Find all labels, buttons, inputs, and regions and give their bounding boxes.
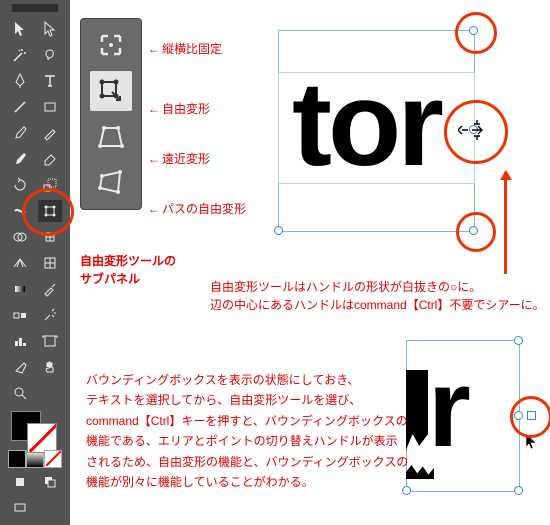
bn-l3: command【Ctrl】キーを押すと、バウンディングボックスの — [86, 411, 408, 431]
line-tool[interactable] — [8, 96, 32, 118]
color-mode-row — [0, 451, 70, 467]
color-mode-solid[interactable] — [9, 451, 25, 467]
slice-tool[interactable] — [8, 356, 32, 378]
handle2-tr[interactable] — [514, 336, 523, 345]
subtool-free-distort[interactable] — [90, 163, 132, 203]
char-fragment — [406, 370, 428, 450]
subtool-constrain[interactable] — [90, 25, 132, 65]
direct-selection-tool[interactable] — [38, 18, 62, 40]
handle-bottom-left[interactable] — [274, 226, 283, 235]
eraser-tool[interactable] — [38, 148, 62, 170]
bn-l2: テキストを選択してから、自由変形ツールを選び、 — [86, 390, 408, 410]
color-mode-none[interactable] — [45, 451, 61, 467]
anno-free-distort: パスの自由変形 — [148, 200, 246, 217]
subtool-free-transform[interactable] — [90, 71, 132, 111]
eyedropper-tool[interactable] — [38, 278, 62, 300]
stroke-swatch[interactable] — [28, 424, 56, 452]
spacer — [38, 382, 62, 404]
draw-mode-normal[interactable] — [8, 471, 32, 493]
symbol-sprayer-tool[interactable] — [38, 304, 62, 326]
tools-panel — [0, 0, 70, 525]
anno-constrain: 縦横比固定 — [148, 40, 222, 57]
magic-wand-tool[interactable] — [8, 44, 32, 66]
shear-cursor-icon — [458, 120, 484, 140]
artboard-tool[interactable] — [38, 330, 62, 352]
subtool-perspective-distort[interactable] — [90, 117, 132, 157]
gradient-tool[interactable] — [8, 278, 32, 300]
callout-arrow — [504, 172, 507, 274]
bn-l6: 機能が別々に機能していることがわかる。 — [86, 472, 408, 492]
spacer2 — [38, 497, 62, 519]
paintbrush-tool[interactable] — [8, 122, 32, 144]
rotate-tool[interactable] — [8, 174, 32, 196]
width-tool[interactable] — [8, 200, 32, 222]
live-paint-tool[interactable] — [38, 226, 62, 248]
selection-tool[interactable] — [8, 18, 32, 40]
shape-builder-tool[interactable] — [8, 226, 32, 248]
panel-grip[interactable] — [12, 4, 58, 12]
mid-note-line2: 辺の中心にあるハンドルはcommand【Ctrl】不要でシアーに。 — [210, 296, 545, 314]
handle2-br[interactable] — [514, 486, 523, 495]
scale-tool[interactable] — [38, 174, 62, 196]
blob-brush-tool[interactable] — [8, 148, 32, 170]
mesh-tool[interactable] — [38, 252, 62, 274]
handle2-mr[interactable] — [514, 411, 523, 420]
blend-tool[interactable] — [8, 304, 32, 326]
anno-free-transform: 自由変形 — [148, 100, 210, 117]
bn-l4: 機能である、エリアとポイントの切り替えハンドルが表示 — [86, 431, 408, 451]
pencil-tool[interactable] — [38, 122, 62, 144]
subpanel-title-1: 自由変形ツールの — [80, 252, 176, 269]
mid-note: 自由変形ツールはハンドルの形状が白抜きの○に。 辺の中心にあるハンドルはcomm… — [210, 278, 545, 314]
free-transform-tool[interactable] — [38, 200, 62, 222]
bn-l5: されるため、自由変形の機能と、バウンディングボックスの — [86, 452, 408, 472]
column-graph-tool[interactable] — [8, 330, 32, 352]
anno-perspective: 遠近変形 — [148, 150, 210, 167]
bn-l1: バウンディングボックスを表示の状態にしておき、 — [86, 370, 408, 390]
area-point-toggle-handle[interactable] — [527, 411, 536, 420]
sample-text-top: tor — [292, 55, 440, 193]
rectangle-tool[interactable] — [38, 96, 62, 118]
lasso-tool[interactable] — [38, 44, 62, 66]
bottom-note: バウンディングボックスを表示の状態にしておき、 テキストを選択してから、自由変形… — [86, 370, 408, 492]
mid-note-line1: 自由変形ツールはハンドルの形状が白抜きの○に。 — [210, 278, 545, 296]
color-mode-gradient[interactable] — [27, 451, 43, 467]
type-tool[interactable] — [38, 70, 62, 92]
draw-mode-behind[interactable] — [38, 471, 62, 493]
handle-bottom-right[interactable] — [469, 226, 478, 235]
free-transform-subpanel — [80, 18, 142, 210]
fill-stroke-swatch[interactable] — [0, 412, 70, 450]
pointer-cursor-icon — [524, 432, 540, 452]
handle-top-right[interactable] — [469, 26, 478, 35]
subpanel-title-2: サブパネル — [80, 270, 140, 287]
screen-mode[interactable] — [8, 497, 32, 519]
perspective-grid-tool[interactable] — [8, 252, 32, 274]
sample-text-bottom: r — [428, 345, 467, 472]
hand-tool[interactable] — [38, 356, 62, 378]
zoom-tool[interactable] — [8, 382, 32, 404]
pen-tool[interactable] — [8, 70, 32, 92]
